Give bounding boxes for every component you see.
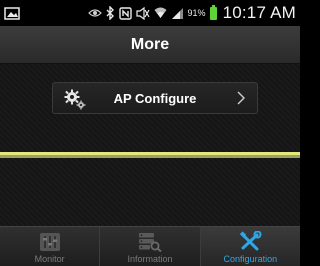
- tab-configuration-label: Configuration: [223, 254, 278, 264]
- clock: 10:17 AM: [222, 3, 296, 22]
- nfc-icon: [118, 6, 132, 20]
- battery-percent: 91%: [187, 8, 206, 18]
- database-search-icon: [137, 231, 163, 253]
- header-bar: More: [0, 26, 300, 64]
- wifi-icon: [154, 7, 167, 19]
- app-screen: 91% 10:17 AM More AP Configure Monitor I…: [0, 0, 300, 266]
- status-bar: 91% 10:17 AM: [0, 0, 300, 26]
- sliders-icon: [39, 231, 61, 253]
- tab-monitor-label: Monitor: [34, 254, 65, 264]
- battery-icon: [209, 4, 217, 20]
- content-area: AP Configure: [0, 64, 300, 226]
- tab-configuration[interactable]: Configuration: [199, 227, 300, 266]
- bottom-tab-bar: Monitor Information Configuration: [0, 226, 300, 266]
- bluetooth-icon: [106, 6, 115, 20]
- mute-icon: [135, 6, 150, 20]
- ap-configure-label: AP Configure: [113, 90, 197, 106]
- image-icon: [4, 6, 20, 20]
- page-title: More: [130, 35, 170, 53]
- chevron-right-icon: [237, 91, 245, 108]
- eye-icon: [87, 8, 102, 18]
- tools-icon: [238, 231, 262, 253]
- tab-information[interactable]: Information: [99, 227, 199, 266]
- signal-icon: [171, 7, 184, 19]
- tab-monitor[interactable]: Monitor: [0, 227, 99, 266]
- highlight-divider: [0, 152, 300, 158]
- ap-configure-button[interactable]: AP Configure: [52, 82, 258, 114]
- tab-information-label: Information: [127, 254, 173, 264]
